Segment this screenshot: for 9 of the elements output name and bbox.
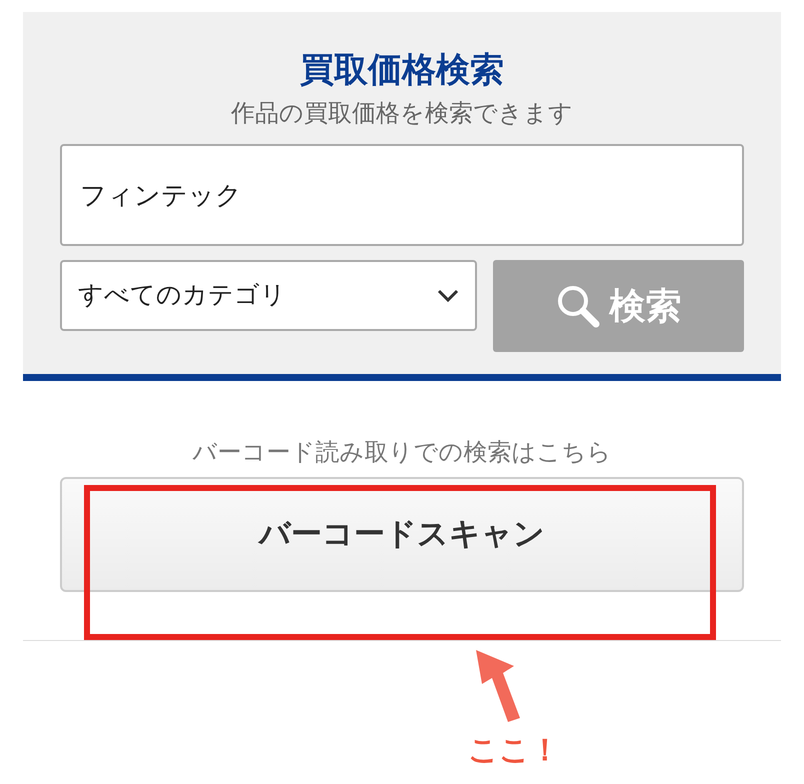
search-icon <box>556 284 600 328</box>
chevron-down-icon <box>437 288 459 302</box>
panel-subtitle: 作品の買取価格を検索できます <box>231 99 573 129</box>
category-select[interactable]: すべてのカテゴリ <box>60 260 477 331</box>
barcode-scan-button[interactable]: バーコードスキャン <box>60 477 744 592</box>
panel-title: 買取価格検索 <box>300 50 504 91</box>
barcode-hint: バーコード読み取りでの検索はこちら <box>192 438 612 468</box>
annotation-label: ここ！ <box>468 733 560 769</box>
keyword-field[interactable]: フィンテック <box>60 144 744 246</box>
